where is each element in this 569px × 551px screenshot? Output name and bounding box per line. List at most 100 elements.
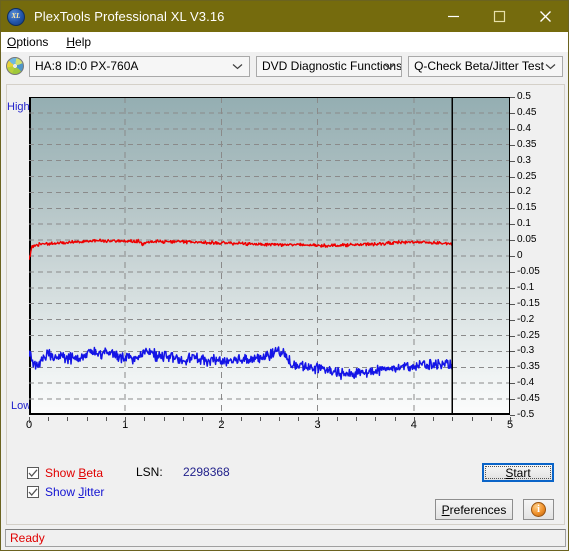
y-axis-tick-mark (510, 335, 515, 337)
x-axis-tick-mark (394, 417, 396, 421)
y-axis-tick-label: -0.3 (517, 345, 535, 357)
show-jitter-checkbox[interactable] (27, 485, 39, 498)
app-icon-text: XL (11, 12, 21, 20)
xl-disc-icon: XL (7, 7, 25, 26)
test-select[interactable]: Q-Check Beta/Jitter Test (408, 55, 564, 77)
x-axis-tick-mark (279, 417, 281, 421)
x-axis-tick-mark (48, 417, 50, 421)
beta-jitter-chart (29, 97, 510, 415)
y-axis-tick-mark (510, 208, 515, 210)
info-button[interactable]: i (523, 499, 554, 520)
preferences-button[interactable]: Preferences (435, 499, 513, 520)
drive-select-value: HA:8 ID:0 PX-760A (35, 59, 139, 73)
y-axis-tick-label: 0 (517, 250, 523, 261)
function-select-value: DVD Diagnostic Functions (262, 59, 403, 73)
window-title: PlexTools Professional XL V3.16 (34, 9, 225, 24)
x-axis-tick-mark (86, 417, 88, 421)
minimize-icon[interactable] (430, 1, 476, 32)
x-axis-tick-mark (490, 417, 492, 421)
x-axis-tick-mark (510, 417, 511, 423)
y-axis-tick-mark (510, 240, 515, 242)
y-axis-tick-label: -0.2 (517, 313, 535, 325)
y-axis-tick-mark (510, 256, 515, 257)
chart-plot-area (29, 97, 510, 415)
x-axis-tick-mark (452, 417, 454, 421)
y-axis-tick-label: 0.4 (517, 122, 531, 134)
y-axis-tick-label: 0.45 (517, 106, 537, 118)
x-axis-tick-mark (298, 417, 300, 421)
y-axis-tick-mark (510, 144, 515, 146)
x-axis-tick-mark (240, 417, 242, 421)
drive-select[interactable]: HA:8 ID:0 PX-760A (29, 55, 251, 77)
x-axis-tick-mark (413, 417, 415, 423)
close-icon[interactable] (522, 1, 568, 32)
info-icon: i (531, 502, 546, 517)
lsn-value: 2298368 (183, 465, 230, 479)
y-axis-tick-mark (510, 351, 515, 353)
lsn-label: LSN: (136, 465, 163, 479)
show-beta-text-post: eta (86, 465, 104, 480)
function-select[interactable]: DVD Diagnostic Functions (256, 55, 403, 77)
chart-high-label: High (7, 101, 30, 113)
x-axis-tick-mark (202, 417, 204, 421)
y-axis-tick-label: 0.05 (517, 234, 537, 246)
y-axis-tick-label: -0.45 (517, 393, 540, 405)
menu-help-rest: elp (75, 35, 92, 49)
start-button-label: Start (505, 465, 531, 480)
show-jitter-text-post: itter (84, 484, 105, 499)
y-axis-tick-label: -0.25 (517, 329, 540, 341)
y-axis-tick-label: -0.1 (517, 281, 535, 293)
y-axis-tick-mark (510, 160, 515, 162)
y-axis-tick-mark (510, 192, 515, 194)
toolbar: HA:8 ID:0 PX-760A DVD Diagnostic Functio… (1, 52, 568, 80)
x-axis-tick-mark (221, 417, 223, 423)
x-axis-tick-mark (67, 417, 69, 421)
menu-bar: Options Help (1, 32, 568, 52)
y-axis-tick-label: -0.15 (517, 297, 540, 309)
start-button[interactable]: Start (482, 463, 554, 482)
show-beta-checkbox[interactable] (27, 466, 39, 479)
start-accel: S (505, 465, 514, 480)
x-axis-tick-mark (163, 417, 165, 421)
y-axis-tick-mark (510, 97, 515, 98)
show-beta-row[interactable]: Show Beta (27, 463, 104, 482)
x-axis-tick-mark (356, 417, 358, 421)
y-axis-tick-label: 0.35 (517, 138, 537, 150)
status-bar: Ready (5, 529, 566, 547)
y-axis-tick-label: -0.35 (517, 361, 540, 373)
y-axis-tick-label: 0.1 (517, 218, 531, 230)
x-axis-tick-mark (29, 417, 30, 423)
x-axis-tick-mark (471, 417, 473, 421)
y-axis-tick-mark (510, 176, 515, 178)
preferences-button-label: Preferences (441, 502, 507, 517)
plextools-window: XL PlexTools Professional XL V3.16 Optio… (0, 0, 569, 551)
chevron-down-icon (384, 57, 395, 76)
y-axis-tick-mark (510, 319, 515, 321)
maximize-icon[interactable] (476, 1, 522, 32)
y-axis-tick-label: -0.4 (517, 377, 535, 389)
y-axis-tick-label: 0.3 (517, 154, 531, 166)
chevron-down-icon (232, 57, 243, 76)
chevron-down-icon (545, 57, 556, 76)
show-beta-label: Show Beta (45, 467, 103, 479)
menu-item-help[interactable]: Help (66, 36, 91, 48)
y-axis-tick-mark (510, 303, 515, 305)
x-axis-tick-mark (125, 417, 127, 423)
x-axis-tick-mark (259, 417, 261, 421)
y-axis-tick-label: -0.5 (517, 409, 535, 420)
show-jitter-row[interactable]: Show Jitter (27, 482, 104, 501)
x-axis-tick-mark (105, 417, 107, 421)
y-axis-tick-mark (510, 224, 515, 226)
y-axis-tick-mark (510, 415, 515, 416)
y-axis-tick-mark (510, 112, 515, 114)
test-select-value: Q-Check Beta/Jitter Test (414, 59, 544, 73)
y-axis-tick-label: -0.05 (517, 265, 540, 277)
y-axis-tick-mark (510, 271, 515, 273)
status-text: Ready (10, 531, 45, 545)
y-axis-tick-label: 0.15 (517, 202, 537, 214)
x-axis-tick-mark (182, 417, 184, 421)
series-toggles: Show Beta Show Jitter (27, 463, 104, 501)
menu-item-options[interactable]: Options (7, 36, 48, 48)
show-jitter-text-pre: Show (45, 484, 79, 499)
y-axis-tick-mark (510, 367, 515, 369)
